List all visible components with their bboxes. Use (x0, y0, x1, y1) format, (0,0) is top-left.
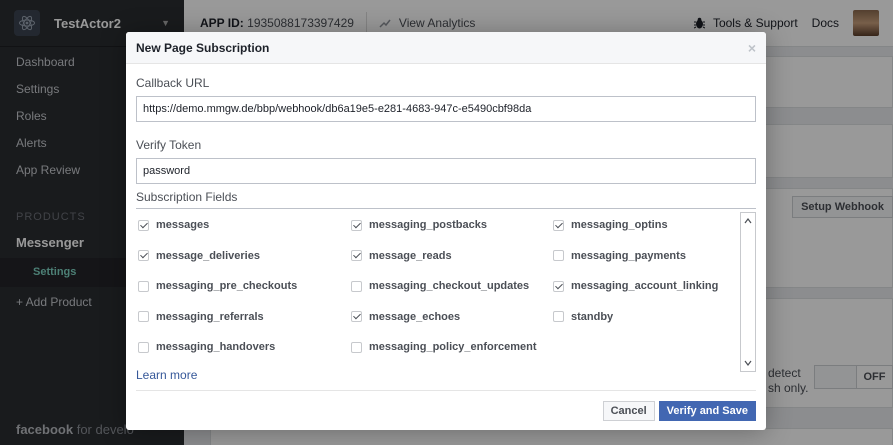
verify-and-save-button[interactable]: Verify and Save (658, 400, 756, 421)
subscription-fields-list: messages messaging_postbacks messaging_opt… (136, 208, 756, 372)
subscription-field-label: message_deliveries (156, 249, 260, 262)
subscription-field[interactable]: messaging_policy_enforcement (349, 332, 551, 363)
checkbox-checked[interactable] (138, 219, 149, 231)
subscription-field[interactable]: messaging_referrals (136, 302, 349, 333)
subscription-field-label: messaging_handovers (156, 341, 276, 354)
subscription-field-label: messaging_optins (571, 219, 668, 232)
callback-url-label: Callback URL (136, 76, 210, 90)
close-icon[interactable]: × (748, 40, 756, 56)
checkbox-checked[interactable] (351, 219, 362, 231)
subscription-field[interactable]: message_echoes (349, 302, 551, 333)
checkbox-unchecked[interactable] (553, 311, 564, 323)
subscription-field-label: messaging_pre_checkouts (156, 280, 298, 293)
subscription-field-label: messaging_postbacks (369, 219, 487, 232)
learn-more-link[interactable]: Learn more (136, 368, 197, 382)
subscription-field[interactable]: messaging_pre_checkouts (136, 271, 349, 302)
scroll-up-icon[interactable] (744, 217, 752, 225)
dialog-title: New Page Subscription (136, 40, 270, 55)
subscription-field-label: messaging_referrals (156, 310, 264, 323)
subscription-field[interactable]: messages (136, 210, 349, 241)
checkbox-unchecked[interactable] (138, 341, 149, 353)
fields-grid: messages messaging_postbacks messaging_opt… (136, 209, 742, 363)
dialog-footer: Cancel Verify and Save (136, 390, 756, 430)
subscription-field[interactable]: message_reads (349, 241, 551, 272)
subscription-field[interactable]: messaging_postbacks (349, 210, 551, 241)
subscription-field-label: messaging_payments (571, 249, 686, 262)
scrollbar[interactable] (740, 212, 756, 372)
checkbox-unchecked[interactable] (138, 311, 149, 323)
checkbox-unchecked[interactable] (553, 250, 564, 262)
subscription-field-label: messages (156, 219, 210, 232)
subscription-field-label: message_reads (369, 249, 452, 262)
subscription-field-label: messaging_account_linking (571, 280, 719, 293)
subscription-field[interactable]: messaging_checkout_updates (349, 271, 551, 302)
scroll-down-icon[interactable] (744, 359, 752, 367)
checkbox-unchecked[interactable] (351, 341, 362, 353)
subscription-field[interactable]: messaging_optins (551, 210, 742, 241)
subscription-field[interactable]: messaging_payments (551, 241, 742, 272)
checkbox-unchecked[interactable] (138, 280, 149, 292)
dialog-header: New Page Subscription × (126, 32, 766, 64)
subscription-field[interactable]: messaging_account_linking (551, 271, 742, 302)
subscription-field[interactable]: messaging_handovers (136, 332, 349, 363)
subscription-field-label: messaging_policy_enforcement (369, 341, 537, 354)
subscription-field[interactable]: standby (551, 302, 742, 333)
subscription-fields-label: Subscription Fields (136, 190, 238, 204)
checkbox-checked[interactable] (351, 311, 362, 323)
verify-token-input[interactable] (136, 158, 756, 184)
new-page-subscription-dialog: New Page Subscription × Callback URL Ver… (126, 32, 766, 430)
checkbox-checked[interactable] (553, 280, 564, 292)
dialog-body: Callback URL Verify Token Subscription F… (126, 76, 766, 372)
checkbox-checked[interactable] (553, 219, 564, 231)
cancel-button[interactable]: Cancel (602, 400, 655, 421)
subscription-field-label: message_echoes (369, 310, 461, 323)
checkbox-checked[interactable] (351, 250, 362, 262)
subscription-field-label: standby (571, 310, 614, 323)
subscription-field[interactable]: message_deliveries (136, 241, 349, 272)
subscription-field-label: messaging_checkout_updates (369, 280, 530, 293)
verify-token-label: Verify Token (136, 138, 202, 152)
callback-url-input[interactable] (136, 96, 756, 122)
checkbox-checked[interactable] (138, 250, 149, 262)
checkbox-unchecked[interactable] (351, 280, 362, 292)
